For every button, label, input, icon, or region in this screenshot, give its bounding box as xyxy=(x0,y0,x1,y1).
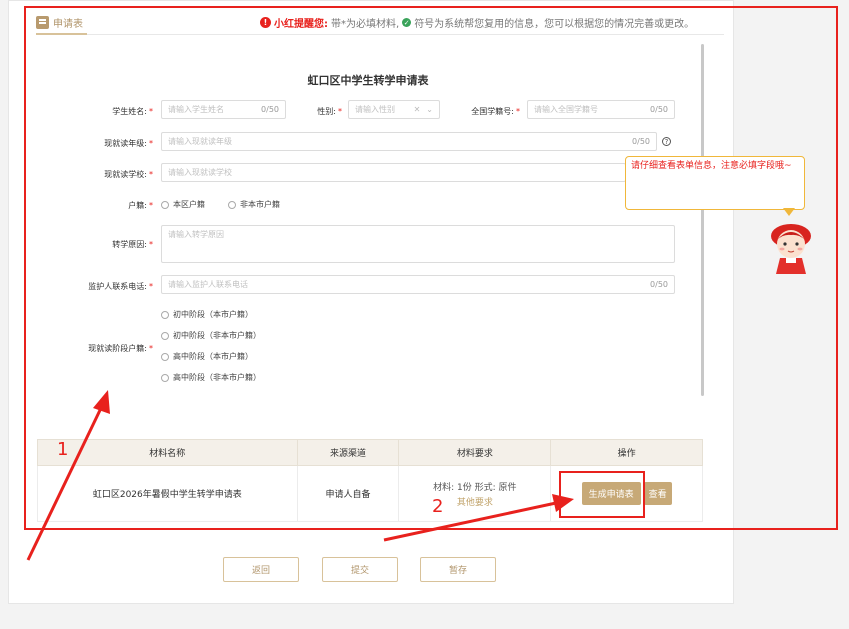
material-actions: 生成申请表 查看 xyxy=(550,465,703,522)
stage-radio-junior-nonlocal[interactable]: 初中阶段（非本市户籍） xyxy=(161,330,261,341)
generate-form-button[interactable]: 生成申请表 xyxy=(581,482,641,505)
chevron-down-icon[interactable]: ⌄ xyxy=(426,105,433,114)
back-button[interactable]: 返回 xyxy=(223,557,299,582)
materials-table: 材料名称 来源渠道 材料要求 操作 虹口区2026年暑假中学生转学申请表 申请人… xyxy=(37,439,703,522)
save-draft-button[interactable]: 暂存 xyxy=(420,557,496,582)
grade-label: 现就读年级: * xyxy=(104,139,153,148)
stage-radio-senior-nonlocal[interactable]: 高中阶段（非本市户籍） xyxy=(161,372,261,383)
col-header-requirement: 材料要求 xyxy=(398,439,552,466)
material-requirement: 材料: 1份 形式: 原件 其他要求 xyxy=(398,465,552,522)
gender-select[interactable]: 请输入性别 ✕ ⌄ xyxy=(348,100,440,119)
col-header-actions: 操作 xyxy=(550,439,703,466)
submit-button[interactable]: 提交 xyxy=(322,557,398,582)
student-name-label: 学生姓名: * xyxy=(112,107,153,116)
stage-label: 现就读阶段户籍: * xyxy=(88,344,153,353)
hukou-label: 户籍: * xyxy=(128,201,153,210)
radio-button[interactable] xyxy=(161,373,169,382)
gender-label: 性别: * xyxy=(317,107,342,116)
other-requirements-link[interactable]: 其他要求 xyxy=(399,495,550,508)
hukou-radio-nonlocal[interactable]: 非本市户籍 xyxy=(228,199,280,210)
radio-button[interactable] xyxy=(161,310,169,319)
stage-radio-junior-local[interactable]: 初中阶段（本市户籍） xyxy=(161,309,253,320)
student-name-input[interactable]: 请输入学生姓名 0/50 xyxy=(161,100,286,119)
warning-icon: ! xyxy=(260,17,271,28)
check-icon: ✓ xyxy=(402,18,412,27)
hukou-radio-local[interactable]: 本区户籍 xyxy=(161,199,205,210)
clear-icon[interactable]: ✕ xyxy=(414,105,421,114)
radio-button[interactable] xyxy=(228,200,236,209)
phone-input[interactable]: 请输入监护人联系电话 0/50 xyxy=(161,275,675,294)
material-source: 申请人自备 xyxy=(296,465,400,522)
school-input[interactable]: 请输入现就读学校 xyxy=(161,163,626,182)
col-header-source: 来源渠道 xyxy=(296,439,400,466)
tab-application-form[interactable]: 申请表 xyxy=(36,11,87,35)
table-row: 虹口区2026年暑假中学生转学申请表 申请人自备 材料: 1份 形式: 原件 其… xyxy=(37,465,703,522)
form-title: 虹口区中学生转学申请表 xyxy=(307,74,429,87)
reason-textarea[interactable]: 请输入转学原因 xyxy=(161,225,675,263)
col-header-name: 材料名称 xyxy=(37,439,298,466)
student-id-input[interactable]: 请输入全国学籍号 0/50 xyxy=(527,100,675,119)
tab-label: 申请表 xyxy=(53,18,83,30)
tip-bubble: 请仔细查看表单信息，注意必填字段哦~ xyxy=(625,156,805,210)
page-header: 申请表 ! 小红提醒您: 带*为必填材料, ✓ 符号为系统帮您复用的信息，您可以… xyxy=(36,11,724,35)
notice-text-1: 带*为必填材料, xyxy=(331,19,400,30)
annotation-number-2: 2 xyxy=(432,496,444,517)
table-header-row: 材料名称 来源渠道 材料要求 操作 xyxy=(37,439,703,466)
stage-radio-senior-local[interactable]: 高中阶段（本市户籍） xyxy=(161,351,253,362)
school-label: 现就读学校: * xyxy=(104,170,153,179)
help-icon[interactable]: ? xyxy=(662,137,671,146)
notice-bar: ! 小红提醒您: 带*为必填材料, ✓ 符号为系统帮您复用的信息，您可以根据您的… xyxy=(260,15,694,30)
annotation-number-1: 1 xyxy=(57,439,69,460)
notice-text-2: 符号为系统帮您复用的信息，您可以根据您的情况完善或更改。 xyxy=(414,19,695,30)
material-name: 虹口区2026年暑假中学生转学申请表 xyxy=(37,465,298,522)
reason-label: 转学原因: * xyxy=(112,240,153,249)
radio-button[interactable] xyxy=(161,331,169,340)
view-button[interactable]: 查看 xyxy=(643,482,672,505)
form-scrollbar[interactable] xyxy=(701,44,704,396)
radio-button[interactable] xyxy=(161,200,169,209)
mascot-icon[interactable] xyxy=(766,220,816,276)
grade-input[interactable]: 请输入现就读年级 0/50 xyxy=(161,132,657,151)
phone-label: 监护人联系电话: * xyxy=(88,282,153,291)
tip-bubble-tail xyxy=(783,208,795,216)
radio-button[interactable] xyxy=(161,352,169,361)
form-icon xyxy=(36,15,49,29)
student-id-label: 全国学籍号: * xyxy=(471,107,520,116)
notice-title: 小红提醒您: xyxy=(274,19,328,30)
stage: 申请表 ! 小红提醒您: 带*为必填材料, ✓ 符号为系统帮您复用的信息，您可以… xyxy=(0,0,849,629)
